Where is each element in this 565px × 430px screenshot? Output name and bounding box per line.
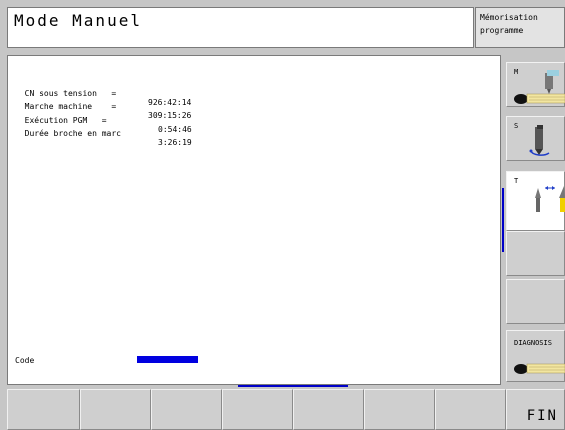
stat-row-spindle: Durée broche en marc 3:26:19 <box>15 120 192 147</box>
softkey-5[interactable] <box>506 279 565 324</box>
bottom-softkey-4[interactable] <box>222 389 293 430</box>
bottom-softkey-3[interactable] <box>151 389 222 430</box>
code-input[interactable] <box>137 356 198 363</box>
stat-label: Durée broche en marc <box>24 129 121 138</box>
mode-title: Mode Manuel <box>14 11 142 30</box>
bottom-softkey-5[interactable] <box>293 389 364 430</box>
bottom-scroll-indicator <box>238 385 348 387</box>
stat-value: 309:15:26 <box>148 111 192 120</box>
diagnosis-icon <box>514 363 565 374</box>
stat-value: 0:54:46 <box>158 125 192 134</box>
fin-button[interactable]: FIN <box>506 389 565 430</box>
bottom-softkey-7[interactable] <box>435 389 506 430</box>
program-mode-line1: Mémorisation <box>480 13 538 22</box>
tool-call-icon <box>535 186 565 212</box>
stat-value: 3:26:19 <box>158 138 192 147</box>
program-mode-line2: programme <box>480 26 524 35</box>
spindle-icon <box>529 125 550 156</box>
stat-value: 926:42:14 <box>148 98 192 107</box>
machine-function-icon <box>514 70 565 104</box>
softkey-s[interactable]: S <box>506 116 565 161</box>
softkey-m[interactable]: M <box>506 62 565 107</box>
code-label: Code <box>15 356 35 365</box>
side-scroll-indicator <box>502 188 504 252</box>
fin-label: FIN <box>526 408 558 424</box>
bottom-softkey-2[interactable] <box>80 389 151 430</box>
bottom-softkey-6[interactable] <box>364 389 435 430</box>
softkey-diagnosis[interactable]: DIAGNOSIS <box>506 330 565 382</box>
softkey-4[interactable] <box>506 231 565 276</box>
bottom-softkey-1[interactable] <box>7 389 80 430</box>
softkey-t[interactable]: T <box>506 171 565 231</box>
